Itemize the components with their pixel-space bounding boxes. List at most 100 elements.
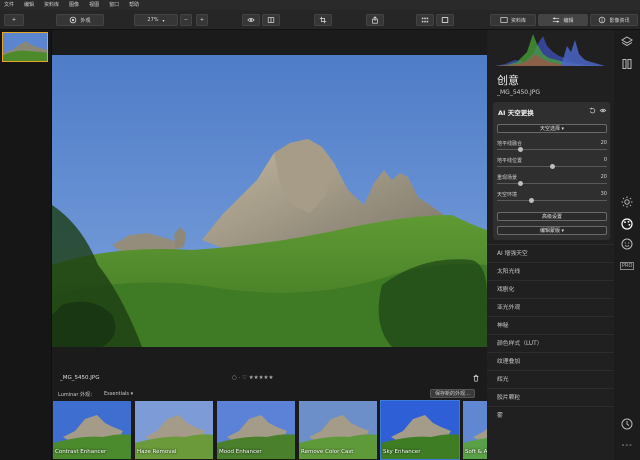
zoom-in-button[interactable]: + bbox=[196, 14, 208, 26]
more-options-icon[interactable]: ∘∘∘ bbox=[621, 442, 632, 449]
layers-icon[interactable] bbox=[621, 36, 633, 48]
preset-label: Remove Color Cast bbox=[301, 449, 354, 455]
slider-row: 地平线位置 0 bbox=[497, 157, 607, 171]
tool-item[interactable]: 太阳光线 bbox=[487, 262, 614, 280]
look-preset[interactable]: Mood Enhancer bbox=[216, 400, 296, 460]
slider-handle[interactable] bbox=[518, 147, 523, 152]
preset-label: Sky Enhancer bbox=[383, 449, 421, 455]
tool-item[interactable]: 颜色样式（LUT） bbox=[487, 334, 614, 352]
single-view-button[interactable] bbox=[436, 14, 454, 26]
slider-track[interactable] bbox=[497, 200, 607, 201]
visibility-eye-icon[interactable] bbox=[599, 107, 607, 114]
tool-item[interactable]: AI 增强天空 bbox=[487, 244, 614, 262]
landscape-image bbox=[52, 55, 487, 347]
library-icon bbox=[500, 17, 508, 23]
slider-row: 天空环境 30 bbox=[497, 191, 607, 205]
zoom-select[interactable]: 27% ▾ bbox=[134, 14, 178, 26]
tab-edit-label: 编辑 bbox=[563, 17, 574, 24]
tool-item[interactable]: 神秘 bbox=[487, 316, 614, 334]
history-clock-icon[interactable] bbox=[621, 418, 633, 430]
slider-handle[interactable] bbox=[528, 198, 534, 203]
filmstrip-thumbnail[interactable] bbox=[2, 32, 48, 62]
looks-title: Luminar 外观： bbox=[58, 391, 96, 398]
slider-value: 30 bbox=[600, 191, 607, 197]
menu-bar: 文件 编辑 资料库 图像 视图 窗口 帮助 bbox=[0, 0, 640, 10]
reset-icon[interactable] bbox=[589, 107, 596, 114]
slider-handle[interactable] bbox=[518, 181, 523, 186]
zoom-out-button[interactable]: − bbox=[180, 14, 192, 26]
preview-eye-button[interactable] bbox=[242, 14, 260, 26]
rating-controls[interactable]: ○ · ♡ ★★★★★ bbox=[232, 375, 273, 381]
tab-library[interactable]: 资料库 bbox=[490, 14, 536, 26]
panel-filename: _MG_5450.JPG bbox=[497, 89, 541, 96]
menu-item[interactable]: 编辑 bbox=[24, 0, 34, 10]
edit-panel: 创意 _MG_5450.JPG AI 天空更换 天空选择 ▾ 地平线融合 20 地平… bbox=[487, 30, 614, 460]
looks-icon bbox=[70, 16, 77, 24]
chevron-down-icon: ▾ bbox=[162, 17, 165, 23]
main-photo[interactable] bbox=[52, 55, 487, 347]
pro-icon[interactable]: PRO bbox=[620, 262, 635, 270]
add-photos-button[interactable]: + bbox=[4, 14, 24, 26]
tab-edit[interactable]: 编辑 bbox=[538, 14, 588, 26]
filmstrip bbox=[0, 30, 52, 460]
tool-item[interactable]: 戏剧化 bbox=[487, 280, 614, 298]
tab-library-label: 资料库 bbox=[510, 17, 526, 24]
look-preset[interactable]: Haze Removal bbox=[134, 400, 214, 460]
look-preset[interactable]: Contrast Enhancer bbox=[52, 400, 132, 460]
plus-icon: + bbox=[11, 17, 17, 23]
menu-item[interactable]: 窗口 bbox=[109, 0, 119, 10]
image-info-bar: _MG_5450.JPG ○ · ♡ ★★★★★ bbox=[52, 371, 487, 385]
look-preset[interactable]: Sky Enhancer bbox=[380, 400, 460, 460]
slider-label: 重现场景 bbox=[497, 175, 518, 181]
looks-label: 外观 bbox=[80, 17, 91, 24]
thumbnail-image bbox=[3, 33, 47, 61]
advanced-settings-button[interactable]: 高级设置 bbox=[497, 212, 607, 221]
image-filename: _MG_5450.JPG bbox=[60, 375, 100, 381]
info-icon bbox=[599, 16, 606, 24]
app-window: 文件编辑资料库图像视图窗口帮助 + 外观 27%▾ − + 资料库 bbox=[0, 0, 640, 460]
slider-row: 地平线融合 20 bbox=[497, 140, 607, 154]
single-image-icon bbox=[441, 17, 449, 23]
share-icon bbox=[372, 16, 378, 24]
share-button[interactable] bbox=[366, 14, 384, 26]
plus-icon: + bbox=[199, 17, 205, 23]
grid-view-button[interactable] bbox=[416, 14, 434, 26]
slider-track[interactable] bbox=[497, 149, 607, 150]
slider-label: 地平线融合 bbox=[497, 141, 523, 147]
crop-button[interactable] bbox=[314, 14, 332, 26]
menu-item[interactable]: 图像 bbox=[69, 0, 79, 10]
tab-image-info[interactable]: 影像资讯 bbox=[590, 14, 638, 26]
grid-icon bbox=[421, 17, 429, 23]
tool-item[interactable]: 雾 bbox=[487, 406, 614, 424]
looks-category-dropdown[interactable]: Essentials ▾ bbox=[104, 391, 133, 397]
slider-track[interactable] bbox=[497, 183, 607, 184]
face-portrait-icon[interactable] bbox=[621, 238, 633, 250]
trash-icon[interactable] bbox=[472, 374, 480, 382]
menu-item[interactable]: 视图 bbox=[89, 0, 99, 10]
zoom-value: 27% bbox=[147, 17, 159, 23]
menu-item[interactable]: 帮助 bbox=[129, 0, 139, 10]
slider-handle[interactable] bbox=[549, 164, 555, 169]
toolbar: + 外观 27% ▾ − + 资料库 编辑 影像资讯 bbox=[0, 10, 640, 30]
looks-button[interactable]: 外观 bbox=[56, 14, 104, 26]
compare-button[interactable] bbox=[262, 14, 280, 26]
canvas-icon[interactable] bbox=[621, 58, 633, 70]
menu-item[interactable]: 文件 bbox=[4, 0, 14, 10]
ai-sky-replacement-card: AI 天空更换 天空选择 ▾ 地平线融合 20 地平线位置 0 重现场景 20 天空环境 30… bbox=[493, 102, 610, 240]
tool-item[interactable]: 亚光外观 bbox=[487, 298, 614, 316]
edit-mask-button[interactable]: 编辑蒙版 ▾ bbox=[497, 226, 607, 235]
slider-value: 0 bbox=[603, 157, 607, 163]
menu-item[interactable]: 资料库 bbox=[44, 0, 59, 10]
palette-creative-icon[interactable] bbox=[621, 218, 633, 230]
slider-value: 20 bbox=[600, 140, 607, 146]
panel-title: 创意 bbox=[497, 74, 519, 87]
tool-item[interactable]: 胶片颗粒 bbox=[487, 388, 614, 406]
sun-essentials-icon[interactable] bbox=[621, 196, 633, 208]
eye-icon bbox=[247, 18, 255, 22]
tool-item[interactable]: 辉光 bbox=[487, 370, 614, 388]
sky-selection-dropdown[interactable]: 天空选择 ▾ bbox=[497, 124, 607, 133]
save-look-button[interactable]: 保存新的外观… bbox=[430, 389, 476, 398]
tool-item[interactable]: 纹理叠加 bbox=[487, 352, 614, 370]
look-preset[interactable]: Remove Color Cast bbox=[298, 400, 378, 460]
sliders-icon bbox=[553, 17, 560, 23]
